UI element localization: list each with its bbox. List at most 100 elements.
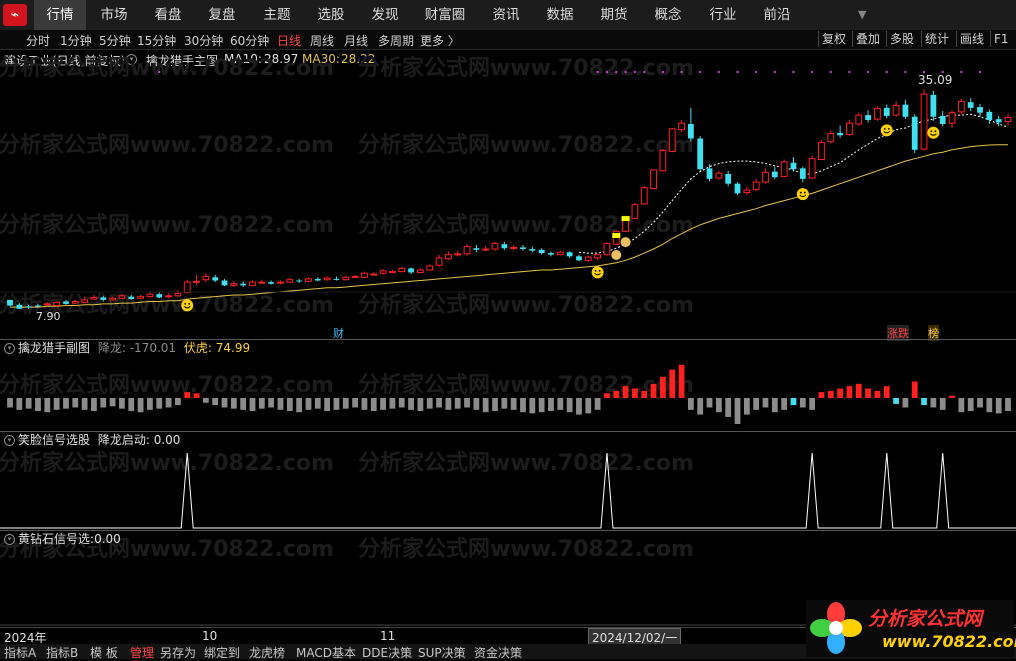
candle-body <box>398 267 406 273</box>
histogram-bar <box>967 398 974 412</box>
candle-body <box>977 107 983 113</box>
candle-body <box>221 280 228 286</box>
candle-body <box>706 168 713 179</box>
candle-body <box>361 272 368 278</box>
candle-body <box>128 296 135 300</box>
signal-dot <box>661 71 664 73</box>
signal-dot <box>717 71 720 73</box>
status-item-9[interactable]: SUP决策 <box>418 644 466 661</box>
candle-body <box>417 269 424 273</box>
candle-body <box>827 133 835 143</box>
sub2-settings-icon[interactable]: ▾ <box>4 435 15 446</box>
candle-body <box>986 111 993 120</box>
candle-body <box>482 248 490 251</box>
panel-separator[interactable] <box>0 530 1016 531</box>
app-logo-icon[interactable]: ⌁ <box>3 4 27 26</box>
tool-button-2[interactable]: 多股 <box>886 31 917 47</box>
chevron-down-icon[interactable]: ▼ <box>858 8 866 21</box>
nav-item-12[interactable]: 行业 <box>697 0 749 30</box>
candle-body <box>668 128 676 152</box>
tool-button-1[interactable]: 叠加 <box>852 31 883 47</box>
kline-chart[interactable]: 分析家公式网www.70822.com 分析家公式网www.70822.com 分析… <box>0 47 1016 627</box>
status-item-8[interactable]: DDE决策 <box>362 644 412 661</box>
nav-item-2[interactable]: 看盘 <box>142 0 194 30</box>
tool-button-5[interactable]: F1 <box>990 31 1012 47</box>
nav-item-13[interactable]: 前沿 <box>751 0 803 30</box>
nav-item-7[interactable]: 财富圈 <box>414 0 476 30</box>
status-item-10[interactable]: 资金决策 <box>474 644 522 661</box>
signal-dot <box>643 71 646 73</box>
histogram-bar <box>482 398 489 413</box>
money-bag-icon <box>611 250 622 261</box>
histogram-bar <box>25 398 32 409</box>
histogram-bar <box>426 398 433 409</box>
histogram-bar <box>156 398 163 409</box>
histogram-bar <box>799 398 806 408</box>
status-item-5[interactable]: 绑定到 <box>204 644 240 661</box>
histogram-bar <box>902 398 909 408</box>
sub2-field-value: 0.00 <box>153 433 181 447</box>
histogram-bar <box>436 398 442 408</box>
watermark-text: 分析家公式网www.70822.com <box>358 55 694 81</box>
histogram-bar <box>165 398 172 408</box>
candle-body <box>249 281 256 286</box>
histogram-bar <box>520 398 526 413</box>
candle-body <box>837 132 844 136</box>
signal-dot <box>596 71 599 73</box>
candle-body <box>855 114 863 125</box>
histogram-bar <box>660 376 666 398</box>
nav-item-3[interactable]: 复盘 <box>196 0 248 30</box>
watermark-text: 分析家公式网www.70822.com <box>0 450 334 476</box>
histogram-bar <box>753 398 760 410</box>
candle-body <box>286 279 294 283</box>
histogram-bar <box>408 398 414 410</box>
sub1-indicator-name[interactable]: 擒龙猎手副图 <box>18 341 90 355</box>
candle-body <box>491 242 499 250</box>
status-item-6[interactable]: 龙虎榜 <box>249 644 285 661</box>
candle-body <box>146 293 154 298</box>
nav-item-6[interactable]: 发现 <box>359 0 411 30</box>
smiley-face-icon <box>927 126 940 139</box>
status-item-2[interactable]: 模 板 <box>90 644 118 661</box>
sub1-settings-icon[interactable]: ▾ <box>4 343 15 354</box>
signal-dot <box>867 71 870 73</box>
signal-dot <box>979 71 982 73</box>
histogram-bar <box>837 388 844 398</box>
tool-button-4[interactable]: 画线 <box>956 31 987 47</box>
nav-item-10[interactable]: 期货 <box>588 0 640 30</box>
sub2-indicator-name[interactable]: 笑脸信号选股 <box>18 433 90 447</box>
candle-body <box>883 107 890 116</box>
nav-item-8[interactable]: 资讯 <box>480 0 532 30</box>
status-item-7[interactable]: MACD基本 <box>296 644 356 661</box>
tool-button-3[interactable]: 统计 <box>921 31 952 47</box>
sub3-indicator-name[interactable]: 黄钻石信号选 <box>18 532 90 546</box>
candle-body <box>43 303 51 306</box>
smiley-face-icon <box>591 266 604 279</box>
histogram-bar <box>921 398 927 406</box>
nav-item-4[interactable]: 主题 <box>251 0 303 30</box>
candle-body <box>846 122 853 135</box>
candle-body <box>137 296 144 299</box>
histogram-bar <box>100 398 107 408</box>
status-item-3[interactable]: 管理 <box>130 644 154 661</box>
histogram-bar <box>743 398 750 415</box>
histogram-bar <box>641 390 648 398</box>
nav-item-0[interactable]: 行情 <box>34 0 86 30</box>
candle-body <box>389 271 396 274</box>
nav-item-5[interactable]: 选股 <box>305 0 357 30</box>
tool-button-0[interactable]: 复权 <box>818 31 849 47</box>
nav-item-11[interactable]: 概念 <box>642 0 694 30</box>
candle-body <box>268 282 275 284</box>
histogram-bar <box>258 398 265 409</box>
candle-body <box>25 306 32 308</box>
histogram-bar <box>221 398 228 408</box>
nav-item-9[interactable]: 数据 <box>534 0 586 30</box>
signal-dot <box>699 71 702 73</box>
nav-item-1[interactable]: 市场 <box>88 0 140 30</box>
histogram-bar <box>7 398 13 408</box>
candle-body <box>71 300 79 304</box>
status-item-0[interactable]: 指标A <box>4 644 36 661</box>
status-item-4[interactable]: 另存为 <box>160 644 196 661</box>
sub3-settings-icon[interactable]: ▾ <box>4 534 15 545</box>
status-item-1[interactable]: 指标B <box>46 644 78 661</box>
